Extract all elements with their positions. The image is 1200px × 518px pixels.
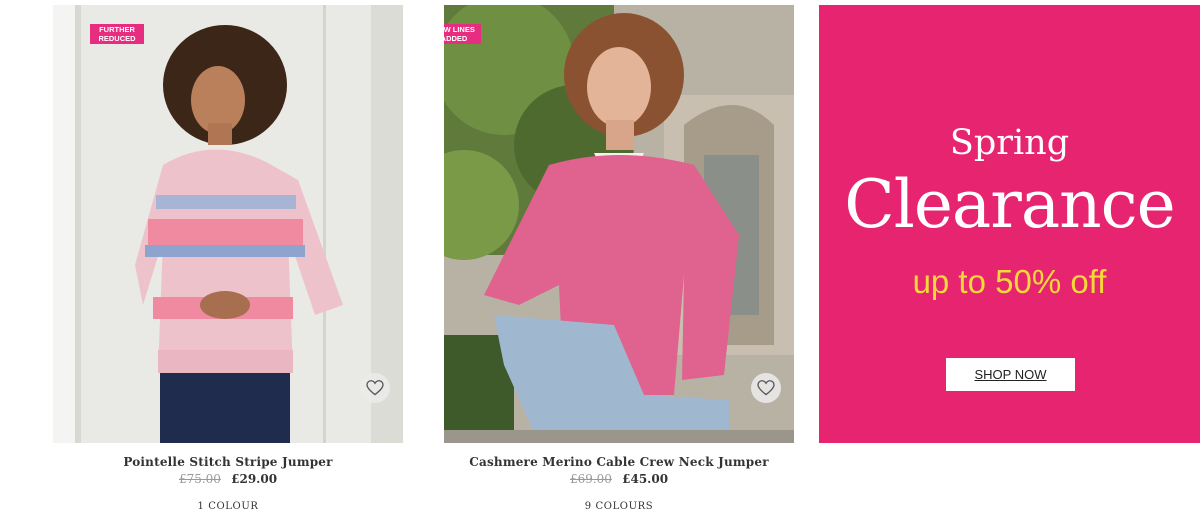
sale-price: £29.00 — [231, 472, 278, 486]
colour-count-2[interactable]: 9 COLOURS — [444, 501, 794, 512]
promo-heading-spring: Spring — [949, 123, 1070, 163]
wishlist-button-1[interactable] — [360, 373, 390, 403]
spring-clearance-banner[interactable]: Spring Clearance up to 50% off SHOP NOW — [819, 5, 1200, 443]
promo-heading-clearance: Clearance — [844, 166, 1175, 243]
was-price: £75.00 — [178, 472, 221, 486]
sale-price: £45.00 — [622, 472, 669, 486]
product-prices-2: £69.00 £45.00 — [444, 472, 794, 486]
product-image-2[interactable]: NEW LINES ADDED — [444, 5, 794, 443]
product-image-1[interactable]: FURTHER REDUCED — [53, 5, 403, 443]
product-badge-further-reduced: FURTHER REDUCED — [90, 24, 144, 44]
product-prices-1: £75.00 £29.00 — [53, 472, 403, 486]
shop-now-button[interactable]: SHOP NOW — [946, 358, 1075, 391]
heart-outline-icon — [757, 380, 775, 396]
heart-outline-icon — [366, 380, 384, 396]
colour-count-1[interactable]: 1 COLOUR — [53, 501, 403, 512]
promo-discount-text: up to 50% off — [912, 263, 1107, 300]
product-badge-new-lines: NEW LINES ADDED — [444, 24, 481, 44]
product-name-2[interactable]: Cashmere Merino Cable Crew Neck Jumper — [444, 455, 794, 469]
product-name-1[interactable]: Pointelle Stitch Stripe Jumper — [53, 455, 403, 469]
wishlist-button-2[interactable] — [751, 373, 781, 403]
was-price: £69.00 — [569, 472, 612, 486]
